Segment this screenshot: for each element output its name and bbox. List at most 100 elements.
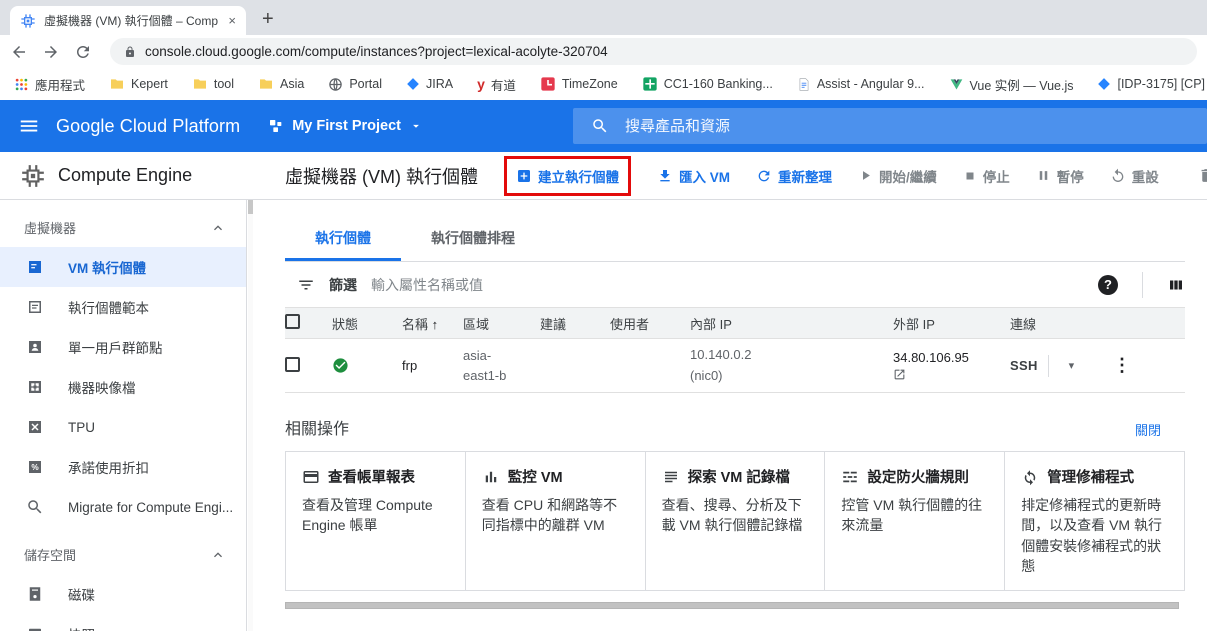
filter-label[interactable]: 篩選 <box>329 275 357 295</box>
filter-bar: 篩選 ? <box>285 262 1185 307</box>
global-search[interactable] <box>573 108 1207 144</box>
open-in-new-icon[interactable] <box>893 368 906 381</box>
bar-chart-icon <box>482 468 500 486</box>
document-icon <box>797 77 811 92</box>
browser-tab[interactable]: 虛擬機器 (VM) 執行個體 – Comp × <box>10 6 246 35</box>
globe-icon <box>328 77 343 92</box>
card-desc: 查看 CPU 和網路等不同指標中的離群 VM <box>482 495 629 536</box>
suspend-button[interactable]: 暫停 <box>1036 166 1084 186</box>
card-explore-logs[interactable]: 探索 VM 記錄檔 查看、搜尋、分析及下載 VM 執行個體記錄檔 <box>645 452 825 590</box>
select-all-checkbox[interactable] <box>285 314 300 329</box>
content-tabs: 執行個體 執行個體排程 <box>285 200 1185 262</box>
sidebar-item-label: 執行個體範本 <box>68 297 149 317</box>
bookmark-item[interactable]: JIRA <box>406 77 453 91</box>
refresh-button[interactable]: 重新整理 <box>756 166 832 186</box>
import-vm-button[interactable]: 匯入 VM <box>657 166 730 186</box>
card-desc: 排定修補程式的更新時間，以及查看 VM 執行個體安裝修補程式的狀態 <box>1021 495 1168 576</box>
svg-text:%: % <box>31 463 39 472</box>
bookmark-item[interactable]: tool <box>192 76 234 92</box>
product-home[interactable]: Compute Engine <box>0 163 247 189</box>
gcp-brand[interactable]: Google Cloud Platform <box>56 116 240 137</box>
start-resume-button[interactable]: 開始/繼續 <box>858 166 937 186</box>
card-monitor-vm[interactable]: 監控 VM 查看 CPU 和網路等不同指標中的離群 VM <box>465 452 645 590</box>
close-tab-icon[interactable]: × <box>228 13 236 28</box>
sidebar-item-snapshots[interactable]: 快照 <box>0 614 246 631</box>
sidebar-item-machine-images[interactable]: 機器映像檔 <box>0 367 246 407</box>
hamburger-menu-icon[interactable] <box>18 115 40 137</box>
bookmark-item[interactable]: y 有道 <box>477 75 516 94</box>
project-selector[interactable]: My First Project <box>268 118 423 134</box>
filter-input[interactable] <box>371 277 1084 293</box>
sidebar-section-storage[interactable]: 儲存空間 <box>0 527 246 574</box>
reload-icon[interactable] <box>74 43 92 61</box>
tab-instances[interactable]: 執行個體 <box>285 220 401 261</box>
bookmark-item[interactable]: 應用程式 <box>14 75 85 94</box>
url-bar[interactable]: console.cloud.google.com/compute/instanc… <box>110 38 1197 65</box>
sidebar-item-tpu[interactable]: TPU <box>0 407 246 447</box>
tutorial-highlight-box: 建立執行個體 <box>504 156 631 196</box>
sidebar-item-disks[interactable]: 磁碟 <box>0 574 246 614</box>
firewall-icon <box>841 468 859 486</box>
instance-name[interactable]: frp <box>402 339 463 393</box>
project-name: My First Project <box>292 118 401 134</box>
tab-instance-schedules[interactable]: 執行個體排程 <box>401 220 545 261</box>
import-icon <box>657 168 673 184</box>
horizontal-scrollbar[interactable] <box>285 602 1179 609</box>
bookmark-item[interactable]: Portal <box>328 77 382 92</box>
bookmark-label: 應用程式 <box>35 75 85 94</box>
col-name[interactable]: 名稱 ↑ <box>402 308 463 339</box>
instance-external-ip: 34.80.106.95 <box>893 339 1010 393</box>
delete-button[interactable] <box>1198 167 1207 184</box>
table-header-row: 狀態 名稱 ↑ 區域 建議 使用者 內部 IP 外部 IP 連線 <box>285 308 1185 339</box>
new-tab-button[interactable]: + <box>262 9 274 29</box>
bookmark-label: Assist - Angular 9... <box>817 77 925 91</box>
filter-icon[interactable] <box>297 276 315 294</box>
divider <box>1142 272 1143 298</box>
create-instance-button[interactable]: 建立執行個體 <box>516 166 619 186</box>
bookmark-item[interactable]: [IDP-3175] [CP] [... <box>1097 77 1207 91</box>
bookmark-label: CC1-160 Banking... <box>664 77 773 91</box>
chevron-down-icon <box>409 119 423 133</box>
sidebar-item-migrate[interactable]: Migrate for Compute Engi... <box>0 487 246 527</box>
sidebar-item-vm-instances[interactable]: VM 執行個體 <box>0 247 246 287</box>
section-title: 儲存空間 <box>24 545 76 564</box>
discount-icon: % <box>26 458 44 476</box>
card-firewall-rules[interactable]: 設定防火牆規則 控管 VM 執行個體的往來流量 <box>824 452 1004 590</box>
bookmark-item[interactable]: Assist - Angular 9... <box>797 77 925 92</box>
folder-icon <box>192 76 208 92</box>
help-icon[interactable]: ? <box>1098 275 1118 295</box>
button-label: 重設 <box>1132 166 1159 186</box>
sidebar-section-vm[interactable]: 虛擬機器 <box>0 200 246 247</box>
stop-button[interactable]: 停止 <box>963 166 1010 186</box>
sidebar-item-instance-templates[interactable]: 執行個體範本 <box>0 287 246 327</box>
bookmark-item[interactable]: Kepert <box>109 76 168 92</box>
ssh-button[interactable]: SSH <box>1010 358 1038 373</box>
back-icon[interactable] <box>10 43 28 61</box>
row-checkbox[interactable] <box>285 357 300 372</box>
card-billing-report[interactable]: 查看帳單報表 查看及管理 Compute Engine 帳單 <box>286 452 465 590</box>
columns-icon[interactable] <box>1167 276 1185 294</box>
bookmark-item[interactable]: CC1-160 Banking... <box>642 76 773 92</box>
sidebar-item-sole-tenant-nodes[interactable]: 單一用戶群節點 <box>0 327 246 367</box>
sole-tenant-nodes-icon <box>26 338 44 356</box>
sidebar-item-label: VM 執行個體 <box>68 257 146 277</box>
sidebar-item-committed-use-discounts[interactable]: % 承諾使用折扣 <box>0 447 246 487</box>
table-row: frp asia-east1-b 10.140.0.2 (nic0) 34.80… <box>285 339 1185 393</box>
folder-icon <box>258 76 274 92</box>
bookmark-item[interactable]: Vue 实例 — Vue.js <box>949 75 1074 94</box>
bookmark-item[interactable]: TimeZone <box>540 76 618 92</box>
related-close-link[interactable]: 關閉 <box>1135 420 1185 439</box>
bookmark-item[interactable]: Asia <box>258 76 304 92</box>
card-manage-patches[interactable]: 管理修補程式 排定修補程式的更新時間，以及查看 VM 執行個體安裝修補程式的狀態 <box>1004 452 1184 590</box>
play-icon <box>858 168 873 183</box>
refresh-icon <box>756 168 772 184</box>
forward-icon[interactable] <box>42 43 60 61</box>
sidebar-item-label: 單一用戶群節點 <box>68 337 163 357</box>
vm-instances-icon <box>26 258 44 276</box>
row-menu-icon[interactable]: ⋮ <box>1113 355 1131 375</box>
search-input[interactable] <box>625 118 1189 135</box>
youdao-icon: y <box>477 76 485 92</box>
ssh-dropdown-icon[interactable]: ▾ <box>1069 359 1075 372</box>
url-text: console.cloud.google.com/compute/instanc… <box>145 44 608 59</box>
reset-button[interactable]: 重設 <box>1110 166 1159 186</box>
